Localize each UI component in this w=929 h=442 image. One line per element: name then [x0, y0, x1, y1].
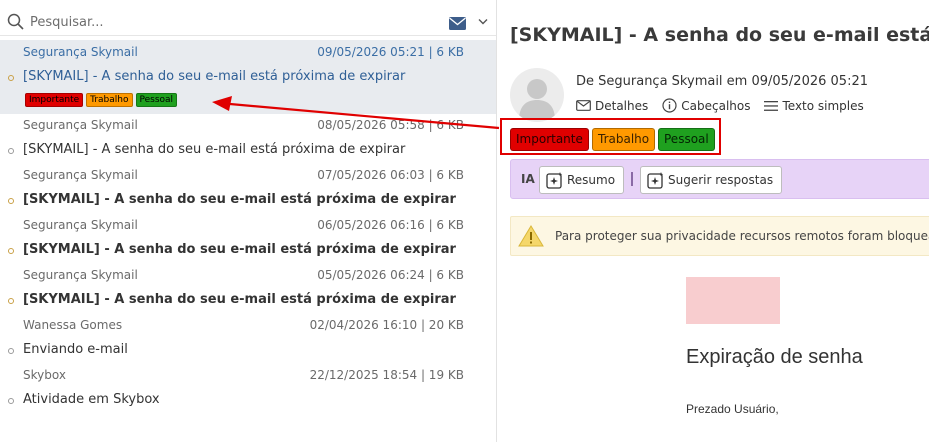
message-subject: Atividade em Skybox — [23, 392, 160, 407]
message-meta: 07/05/2026 06:03 | 6 KB — [317, 168, 464, 182]
message-sender: Segurança Skymail — [23, 118, 138, 132]
user-icon — [519, 79, 555, 118]
read-dot-icon — [8, 398, 14, 404]
tag-importante[interactable]: Importante — [25, 93, 84, 107]
unread-dot-icon — [8, 298, 14, 304]
headers-link[interactable]: Cabeçalhos — [662, 98, 750, 113]
warning-icon — [518, 225, 544, 247]
chevron-down-icon[interactable] — [478, 18, 488, 26]
message-sender: Wanessa Gomes — [23, 318, 123, 332]
message-list-pane: Segurança Skymail 09/05/2026 05:21 | 6 K… — [0, 0, 497, 442]
sparkle-icon — [647, 171, 664, 189]
suggest-replies-button[interactable]: Sugerir respostas — [640, 166, 783, 194]
tag-trabalho[interactable]: Trabalho — [86, 93, 133, 107]
summary-button[interactable]: Resumo — [539, 166, 625, 194]
message-meta: 06/05/2026 06:16 | 6 KB — [317, 218, 464, 232]
details-link[interactable]: Detalhes — [576, 99, 648, 113]
suggest-replies-label: Sugerir respostas — [668, 173, 774, 187]
message-sender: Skybox — [23, 368, 66, 382]
message-subject: [SKYMAIL] - A senha do seu e-mail está p… — [23, 69, 406, 84]
tags-highlight-box: Importante Trabalho Pessoal — [500, 118, 721, 155]
read-dot-icon — [8, 148, 14, 154]
blocked-image-placeholder — [686, 277, 780, 324]
message-tags: Importante Trabalho Pessoal — [25, 93, 178, 107]
message-subject: [SKYMAIL] - A senha do seu e-mail está p… — [23, 192, 456, 207]
tag-pessoal[interactable]: Pessoal — [135, 93, 178, 107]
summary-label: Resumo — [567, 173, 616, 187]
message-row[interactable]: Segurança Skymail 05/05/2026 06:24 | 6 K… — [0, 263, 496, 313]
unread-dot-icon — [8, 198, 14, 204]
read-dot-icon — [8, 348, 14, 354]
message-sender: Segurança Skymail — [23, 168, 138, 182]
tag-trabalho[interactable]: Trabalho — [592, 128, 656, 151]
sparkle-icon — [546, 171, 563, 189]
message-title: [SKYMAIL] - A senha do seu e-mail está p… — [510, 24, 929, 46]
message-meta: 09/05/2026 05:21 | 6 KB — [317, 45, 464, 59]
body-greeting: Prezado Usuário, — [686, 402, 779, 416]
ai-label: IA — [521, 172, 535, 186]
tag-importante[interactable]: Importante — [510, 128, 589, 151]
envelope-outline-icon — [576, 100, 591, 111]
search-icon[interactable] — [7, 13, 25, 31]
privacy-warning: Para proteger sua privacidade recursos r… — [510, 216, 929, 256]
ai-separator — [631, 172, 633, 186]
details-label: Detalhes — [595, 98, 649, 113]
message-meta: 22/12/2025 18:54 | 19 KB — [309, 368, 464, 382]
search-bar — [0, 6, 496, 36]
message-subject: [SKYMAIL] - A senha do seu e-mail está p… — [23, 242, 456, 257]
message-row[interactable]: Wanessa Gomes 02/04/2026 16:10 | 20 KB E… — [0, 313, 496, 363]
body-heading: Expiração de senha — [686, 346, 863, 368]
message-subject: [SKYMAIL] - A senha do seu e-mail está p… — [23, 142, 406, 157]
message-sender: Segurança Skymail — [23, 218, 138, 232]
message-row[interactable]: Segurança Skymail 06/05/2026 06:16 | 6 K… — [0, 213, 496, 263]
message-row[interactable]: Segurança Skymail 08/05/2026 05:58 | 6 K… — [0, 113, 496, 163]
from-line: De Segurança Skymail em 09/05/2026 05:21 — [576, 74, 868, 89]
message-meta: 02/04/2026 16:10 | 20 KB — [309, 318, 464, 332]
message-sender: Segurança Skymail — [23, 45, 138, 59]
plain-text-label: Texto simples — [782, 98, 864, 113]
message-reader-pane: [SKYMAIL] - A senha do seu e-mail está p… — [497, 0, 929, 442]
ai-toolbar: IA Resumo Sugerir respostas — [510, 159, 929, 199]
message-subject: Enviando e-mail — [23, 342, 128, 357]
privacy-text: Para proteger sua privacidade recursos r… — [555, 229, 929, 243]
message-meta: 05/05/2026 06:24 | 6 KB — [317, 268, 464, 282]
lines-icon — [764, 100, 779, 111]
message-meta: 08/05/2026 05:58 | 6 KB — [317, 118, 464, 132]
search-input[interactable] — [30, 12, 430, 32]
message-actions: Detalhes Cabeçalhos Texto simples — [576, 98, 878, 113]
message-row[interactable]: Segurança Skymail 09/05/2026 05:21 | 6 K… — [0, 40, 496, 114]
avatar — [510, 68, 564, 122]
message-row[interactable]: Segurança Skymail 07/05/2026 06:03 | 6 K… — [0, 163, 496, 213]
envelope-icon[interactable] — [449, 17, 466, 30]
tag-pessoal[interactable]: Pessoal — [658, 128, 715, 151]
message-sender: Segurança Skymail — [23, 268, 138, 282]
unread-dot-icon — [8, 248, 14, 254]
headers-label: Cabeçalhos — [681, 98, 751, 113]
plain-text-link[interactable]: Texto simples — [764, 98, 864, 113]
message-row[interactable]: Skybox 22/12/2025 18:54 | 19 KB Atividad… — [0, 363, 496, 413]
info-icon — [662, 98, 677, 113]
unread-dot-icon — [8, 75, 14, 81]
message-subject: [SKYMAIL] - A senha do seu e-mail está p… — [23, 292, 456, 307]
